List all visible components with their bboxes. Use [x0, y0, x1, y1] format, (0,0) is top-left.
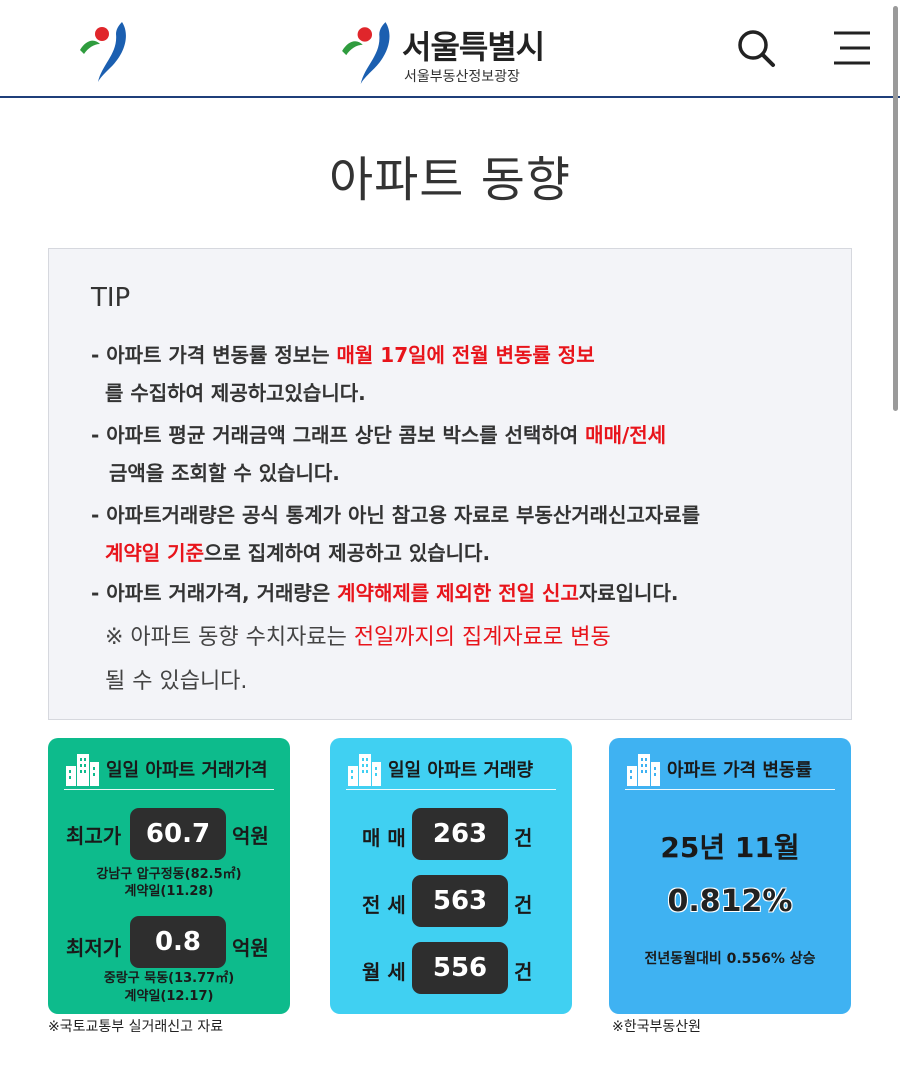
- min-price-value: 0.8: [130, 916, 226, 968]
- tip-line-3-cont: 계약일 기준으로 집계하여 제공하고 있습니다.: [105, 537, 490, 566]
- brand-title: 서울특별시: [402, 28, 545, 66]
- price-change-rate-card[interactable]: 아파트 가격 변동률 25년 11월 0.812% 전년동월대비 0.556% …: [609, 738, 851, 1014]
- min-price-location: 중랑구 묵동(13.77㎡): [103, 971, 235, 986]
- tip-title: TIP: [91, 283, 131, 313]
- site-header: 서울특별시 서울부동산정보광장: [0, 0, 900, 98]
- min-price-date: 계약일(12.17): [124, 989, 214, 1004]
- max-price-value: 60.7: [130, 808, 226, 860]
- sale-count-unit: 건: [514, 826, 533, 850]
- tip-box: TIP - 아파트 가격 변동률 정보는 매월 17일에 전월 변동률 정보 를…: [48, 248, 852, 720]
- tip-line-1: - 아파트 가격 변동률 정보는 매월 17일에 전월 변동률 정보: [91, 339, 595, 368]
- max-price-location: 강남구 압구정동(82.5㎡): [96, 867, 242, 882]
- card-title: 일일 아파트 거래량: [388, 760, 534, 781]
- monthly-rent-count-value: 556: [412, 942, 508, 994]
- tip-line-4: - 아파트 거래가격, 거래량은 계약해제를 제외한 전일 신고자료입니다.: [91, 577, 678, 606]
- tip-text: 으로 집계하여 제공하고 있습니다.: [203, 541, 491, 565]
- monthly-rent-count-unit: 건: [514, 960, 533, 984]
- max-price-label: 최고가: [66, 824, 122, 848]
- tip-text: 자료입니다.: [578, 581, 679, 605]
- tip-text: - 아파트 거래가격, 거래량은: [91, 581, 338, 605]
- seoul-brand-logo[interactable]: 서울특별시 서울부동산정보광장: [340, 18, 570, 88]
- card-title: 아파트 가격 변동률: [667, 760, 813, 781]
- tip-highlight: 매매/전세: [585, 423, 667, 447]
- tip-highlight: 전일까지의 집계자료로 변동: [353, 625, 611, 650]
- tip-note: ※ 아파트 동향 수치자료는 전일까지의 집계자료로 변동: [105, 619, 611, 651]
- rate-value: 0.812%: [667, 884, 793, 919]
- max-price-unit: 억원: [232, 824, 269, 848]
- menu-button[interactable]: [830, 28, 874, 68]
- page-title: 아파트 동향: [328, 152, 572, 208]
- rate-month: 25년 11월: [660, 831, 800, 864]
- tip-highlight: 계약일 기준: [105, 541, 204, 565]
- tip-highlight: 매월 17일에 전월 변동률 정보: [336, 343, 595, 367]
- tip-line-2: - 아파트 평균 거래금액 그래프 상단 콤보 박스를 선택하여 매매/전세: [91, 419, 666, 448]
- card-header: 일일 아파트 거래가격: [64, 750, 274, 790]
- menu-icon: [834, 31, 870, 65]
- tip-text: - 아파트 가격 변동률 정보는: [91, 343, 337, 367]
- min-price-unit: 억원: [232, 936, 269, 960]
- card-header: 아파트 가격 변동률: [625, 750, 835, 790]
- card-title: 일일 아파트 거래가격: [106, 760, 268, 781]
- sale-label: 매 매: [362, 826, 406, 850]
- rate-source: ※한국부동산원: [612, 1019, 702, 1035]
- brand-subtitle: 서울부동산정보광장: [404, 69, 520, 85]
- tip-text: ※ 아파트 동향 수치자료는: [105, 625, 354, 650]
- jeonse-count-value: 563: [412, 875, 508, 927]
- monthly-rent-label: 월 세: [362, 960, 406, 984]
- tip-line-2-cont: 금액을 조회할 수 있습니다.: [109, 461, 340, 485]
- daily-price-card[interactable]: 일일 아파트 거래가격 최고가 60.7 억원 강남구 압구정동(82.5㎡) …: [48, 738, 290, 1014]
- jeonse-count-unit: 건: [514, 893, 533, 917]
- price-source: ※국토교통부 실거래신고 자료: [48, 1019, 224, 1035]
- sale-count-value: 263: [412, 808, 508, 860]
- rate-yoy-compare: 전년동월대비 0.556% 상승: [644, 951, 816, 967]
- card-header: 일일 아파트 거래량: [346, 750, 556, 790]
- min-price-label: 최저가: [66, 936, 122, 960]
- building-icon: [66, 754, 99, 786]
- daily-volume-card[interactable]: 일일 아파트 거래량 매 매 263 건 전 세 563 건 월 세 556 건: [330, 738, 572, 1014]
- tip-highlight: 계약해제를 제외한 전일 신고: [337, 581, 579, 605]
- tip-line-3: - 아파트거래량은 공식 통계가 아닌 참고용 자료로 부동산거래신고자료를: [91, 503, 701, 527]
- seoul-emblem-icon[interactable]: [78, 20, 138, 82]
- search-icon: [738, 30, 775, 67]
- search-button[interactable]: [734, 26, 778, 70]
- building-icon: [627, 754, 660, 786]
- building-icon: [348, 754, 381, 786]
- jeonse-label: 전 세: [362, 893, 406, 917]
- tip-text: - 아파트 평균 거래금액 그래프 상단 콤보 박스를 선택하여: [91, 423, 586, 447]
- seoul-emblem-icon: [340, 20, 402, 85]
- max-price-date: 계약일(11.28): [124, 884, 214, 899]
- tip-line-1-cont: 를 수집하여 제공하고있습니다.: [105, 381, 366, 405]
- tip-note-cont: 될 수 있습니다.: [105, 669, 248, 694]
